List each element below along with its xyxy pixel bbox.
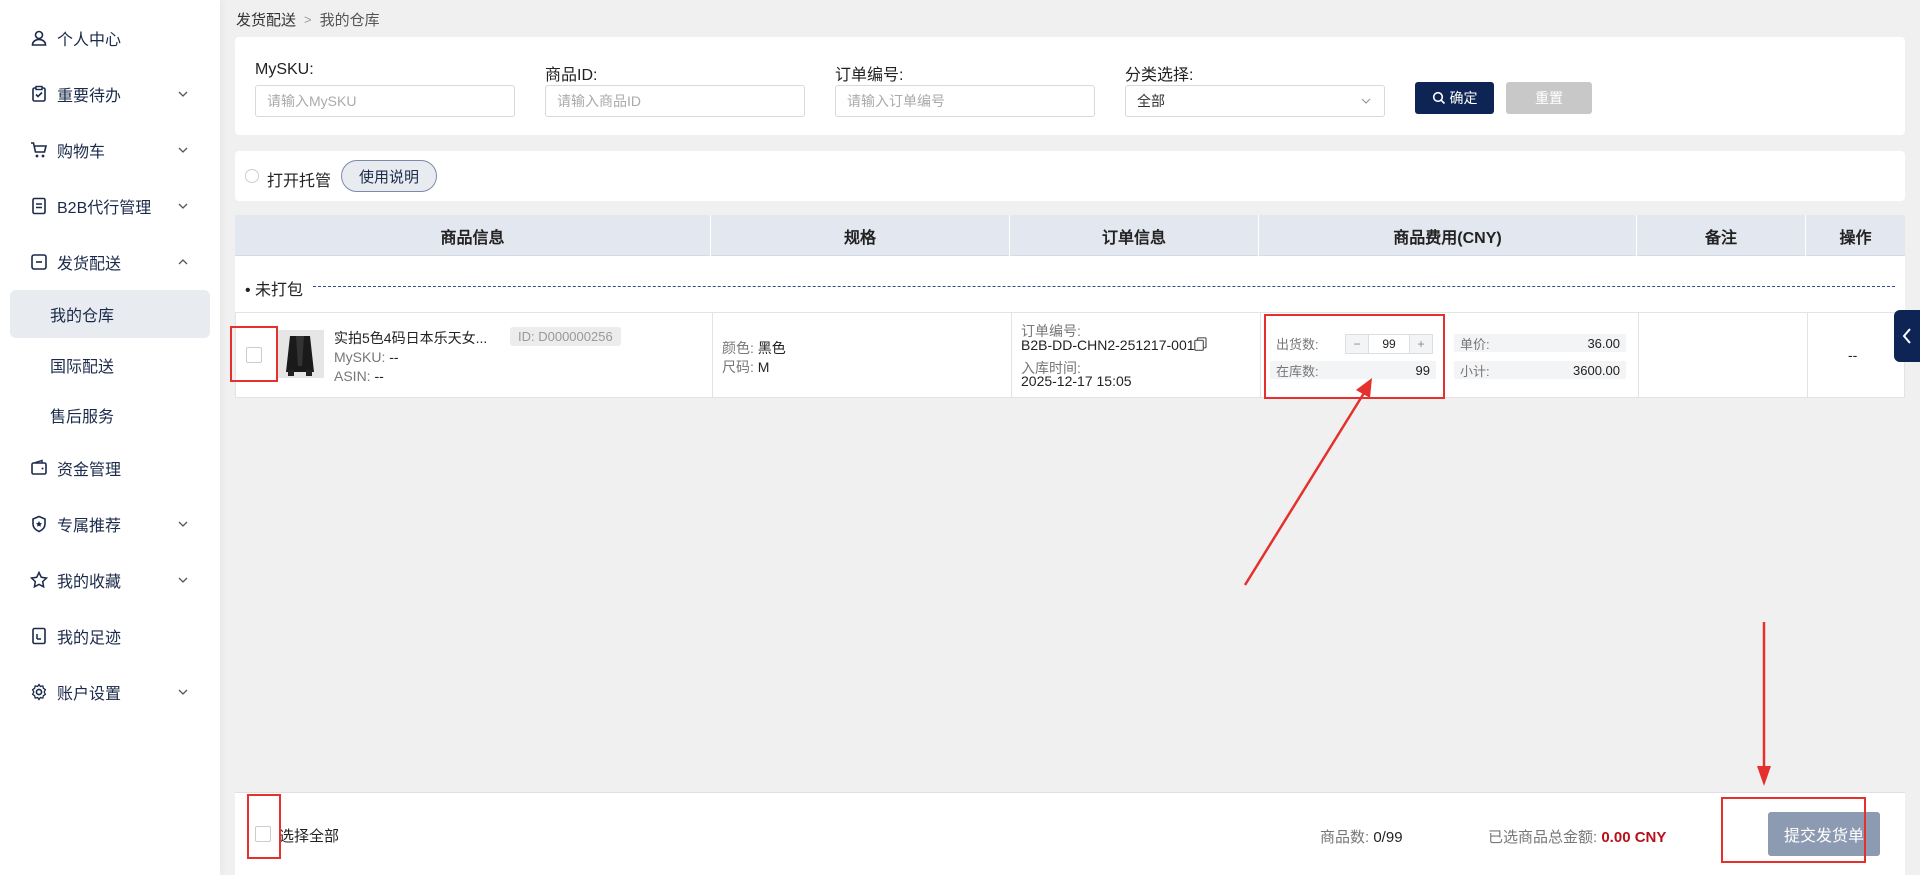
annotation-arrow-quantity — [1243, 392, 1366, 586]
annotation-arrows — [1243, 378, 1771, 786]
arrow-head-icon — [1757, 766, 1771, 786]
